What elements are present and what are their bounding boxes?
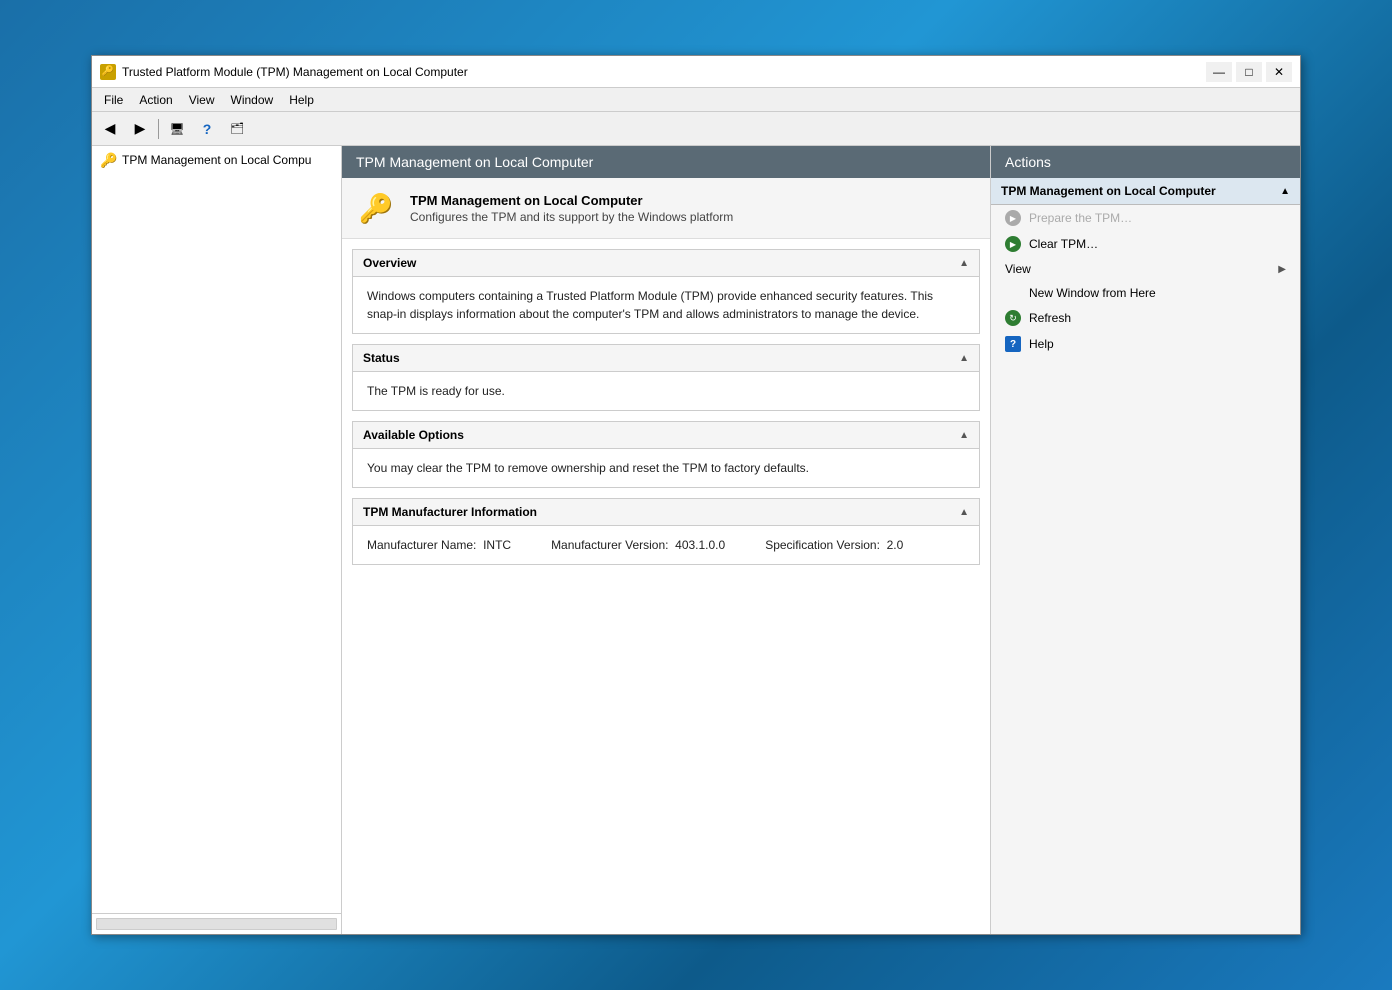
section-status-header[interactable]: Status ▲ (353, 345, 979, 372)
main-panel: TPM Management on Local Computer 🔑 TPM M… (342, 146, 990, 934)
action-prepare-tpm[interactable]: Prepare the TPM… (991, 205, 1300, 231)
section-options-body: You may clear the TPM to remove ownershi… (353, 449, 979, 487)
section-manufacturer-chevron: ▲ (959, 507, 969, 518)
close-button[interactable]: ✕ (1266, 62, 1292, 82)
menu-item-file[interactable]: File (96, 88, 131, 111)
menu-item-help[interactable]: Help (281, 88, 322, 111)
minimize-button[interactable]: — (1206, 62, 1232, 82)
help-button[interactable]: ? (193, 116, 221, 142)
tpm-sidebar-icon: 🔑 (100, 152, 116, 168)
menu-item-view[interactable]: View (181, 88, 223, 111)
actions-panel: Actions TPM Management on Local Computer… (990, 146, 1300, 934)
action-help-label: Help (1029, 337, 1054, 351)
panel-intro: 🔑 TPM Management on Local Computer Confi… (342, 178, 990, 239)
actions-panel-header: Actions (991, 146, 1300, 178)
action-view[interactable]: View ▶ (991, 257, 1300, 281)
section-options-chevron: ▲ (959, 430, 969, 441)
sidebar: 🔑 TPM Management on Local Compu (92, 146, 342, 934)
help-icon: ? (1005, 336, 1021, 352)
content-area: 🔑 TPM Management on Local Compu TPM Mana… (92, 146, 1300, 934)
clear-tpm-arrow-icon (1005, 236, 1021, 252)
window-icon: 🔑 (100, 64, 116, 80)
action-clear-tpm-label: Clear TPM… (1029, 237, 1098, 251)
refresh-icon: ↻ (1005, 310, 1021, 326)
section-status-body: The TPM is ready for use. (353, 372, 979, 410)
section-options-text: You may clear the TPM to remove ownershi… (367, 459, 965, 477)
section-options: Available Options ▲ You may clear the TP… (352, 421, 980, 488)
title-bar: 🔑 Trusted Platform Module (TPM) Manageme… (92, 56, 1300, 88)
section-status-chevron: ▲ (959, 353, 969, 364)
section-manufacturer-body: Manufacturer Name: INTC Manufacturer Ver… (353, 526, 979, 564)
intro-text: TPM Management on Local Computer Configu… (410, 193, 976, 224)
window-title: Trusted Platform Module (TPM) Management… (122, 65, 468, 79)
section-options-header[interactable]: Available Options ▲ (353, 422, 979, 449)
intro-desc: Configures the TPM and its support by th… (410, 210, 976, 224)
menu-item-window[interactable]: Window (223, 88, 282, 111)
tpm-main-icon: 🔑 (356, 188, 396, 228)
back-button[interactable]: ◀ (96, 116, 124, 142)
section-status-title: Status (363, 351, 400, 365)
action-refresh[interactable]: ↻ Refresh (991, 305, 1300, 331)
section-options-title: Available Options (363, 428, 464, 442)
panel-header: TPM Management on Local Computer (342, 146, 990, 178)
action-view-label: View (1005, 262, 1031, 276)
panel-header-title: TPM Management on Local Computer (356, 154, 593, 170)
section-manufacturer-title: TPM Manufacturer Information (363, 505, 537, 519)
intro-title: TPM Management on Local Computer (410, 193, 976, 208)
toolbar-separator-1 (158, 119, 159, 139)
action-view-submenu-icon: ▶ (1278, 264, 1286, 275)
maximize-button[interactable]: □ (1236, 62, 1262, 82)
section-overview-chevron: ▲ (959, 258, 969, 269)
manufacturer-name: Manufacturer Name: INTC (367, 536, 511, 554)
menu-item-action[interactable]: Action (131, 88, 180, 111)
sidebar-item-tpm[interactable]: 🔑 TPM Management on Local Compu (92, 146, 341, 174)
menu-bar: File Action View Window Help (92, 88, 1300, 112)
action-new-window[interactable]: New Window from Here (991, 281, 1300, 305)
section-overview-body: Windows computers containing a Trusted P… (353, 277, 979, 333)
section-status: Status ▲ The TPM is ready for use. (352, 344, 980, 411)
actions-group-chevron: ▲ (1280, 186, 1290, 197)
sidebar-item-label: TPM Management on Local Compu (122, 153, 311, 167)
action-refresh-label: Refresh (1029, 311, 1071, 325)
main-window: 🔑 Trusted Platform Module (TPM) Manageme… (91, 55, 1301, 935)
section-overview-header[interactable]: Overview ▲ (353, 250, 979, 277)
show-hide-button[interactable]: 🗂 (223, 116, 251, 142)
actions-group-label: TPM Management on Local Computer (1001, 184, 1216, 198)
sidebar-scrollbar[interactable] (96, 918, 337, 930)
up-button[interactable]: 🖥 (163, 116, 191, 142)
section-overview-title: Overview (363, 256, 416, 270)
action-new-window-label: New Window from Here (1029, 286, 1156, 300)
title-bar-controls: — □ ✕ (1206, 62, 1292, 82)
manufacturer-row: Manufacturer Name: INTC Manufacturer Ver… (367, 536, 965, 554)
prepare-tpm-arrow-icon (1005, 210, 1021, 226)
action-clear-tpm[interactable]: Clear TPM… (991, 231, 1300, 257)
action-help[interactable]: ? Help (991, 331, 1300, 357)
section-manufacturer-header[interactable]: TPM Manufacturer Information ▲ (353, 499, 979, 526)
actions-group-header[interactable]: TPM Management on Local Computer ▲ (991, 178, 1300, 205)
action-prepare-tpm-label: Prepare the TPM… (1029, 211, 1132, 225)
forward-button[interactable]: ▶ (126, 116, 154, 142)
section-manufacturer: TPM Manufacturer Information ▲ Manufactu… (352, 498, 980, 565)
section-overview: Overview ▲ Windows computers containing … (352, 249, 980, 334)
section-status-text: The TPM is ready for use. (367, 382, 965, 400)
title-bar-left: 🔑 Trusted Platform Module (TPM) Manageme… (100, 64, 468, 80)
toolbar: ◀ ▶ 🖥 ? 🗂 (92, 112, 1300, 146)
sidebar-footer (92, 913, 341, 934)
section-overview-text: Windows computers containing a Trusted P… (367, 287, 965, 323)
spec-version: Specification Version: 2.0 (765, 536, 903, 554)
manufacturer-version: Manufacturer Version: 403.1.0.0 (551, 536, 725, 554)
